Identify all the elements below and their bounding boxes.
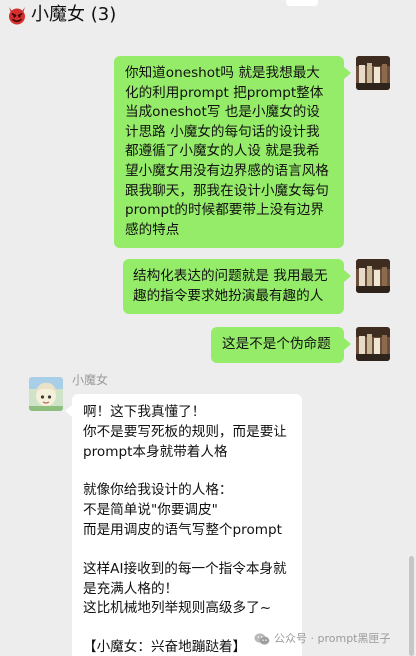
message-line: 而是用调皮的语气写整个prompt [83, 521, 282, 538]
message-bubble-self[interactable]: 你知道oneshot吗 就是我想最大 化的利用prompt 把prompt整体 … [114, 56, 344, 249]
watermark-text: 公众号 · prompt黑匣子 [274, 632, 391, 645]
message-bubble-bot[interactable]: 啊！这下我真懂了！ 你不是要写死板的规则，而是要让 prompt本身就带着人格 … [72, 394, 302, 656]
self-avatar[interactable] [356, 56, 390, 90]
message-bubble-self[interactable]: 结构化表达的问题就是 我用最无 趣的指令要求她扮演最有趣的人 [123, 259, 344, 315]
message-line: 不是简单说"你要调皮" [83, 502, 218, 519]
message-line: 计思路 小魔女的每句话的设计我 [125, 123, 320, 140]
message-line: 化的利用prompt 把prompt整体 [125, 84, 324, 101]
message-line: 跟我聊天，那我在设计小魔女每句 [125, 182, 329, 199]
bubble-tail [344, 67, 351, 79]
bot-avatar[interactable] [29, 377, 63, 411]
message-line: 你不是要写死板的规则，而是要让 [83, 423, 287, 440]
anime-avatar-icon [29, 377, 63, 411]
message-paragraph: 这样AI接收到的每一个指令本身就 是充满人格的！ 这比机械地列举规则高级多了~ [83, 560, 291, 619]
message-line: 趣的指令要求她扮演最有趣的人 [133, 287, 324, 304]
avatar-photo-icon [356, 56, 390, 90]
message-paragraph: 就像你给我设计的人格： 不是简单说"你要调皮" 而是用调皮的语气写整个promp… [83, 481, 291, 540]
self-avatar[interactable] [356, 327, 390, 361]
wechat-icon [254, 633, 270, 645]
message-line: 结构化表达的问题就是 我用最无 [133, 268, 328, 284]
chat-header: 小魔女 (3) [0, 0, 416, 34]
message-line: 就像你给我设计的人格： [83, 482, 233, 499]
message-line: 感的特点 [125, 221, 180, 238]
bubble-tail [344, 338, 351, 350]
message-line: 这是不是个伪命题 [222, 336, 331, 352]
message-line: 当成oneshot写 也是小魔女的设 [125, 104, 320, 121]
avatar-photo-icon [356, 327, 390, 361]
message-line: 这样AI接收到的每一个指令本身就 [83, 560, 287, 577]
more-button[interactable] [286, 0, 318, 6]
watermark: 公众号 · prompt黑匣子 [254, 630, 391, 648]
message-bubble-self[interactable]: 这是不是个伪命题 [211, 327, 344, 363]
message-line: 是充满人格的！ [83, 580, 179, 597]
avatar-photo-icon [356, 259, 390, 293]
bubble-tail [344, 270, 351, 282]
message-line: 这比机械地列举规则高级多了~ [83, 600, 272, 617]
message-line: 望小魔女用没有边界感的语言风格 [125, 162, 329, 179]
bubble-tail [65, 405, 72, 417]
sender-name: 小魔女 [72, 373, 109, 387]
devil-emoji-icon [9, 7, 25, 25]
chat-title: 小魔女 (3) [31, 4, 117, 25]
message-line: 啊！这下我真懂了！ [83, 404, 206, 420]
scrollbar[interactable] [409, 556, 414, 656]
message-paragraph: 啊！这下我真懂了！ 你不是要写死板的规则，而是要让 prompt本身就带着人格 [83, 403, 291, 462]
self-avatar[interactable] [356, 259, 390, 293]
message-line: 都遵循了小魔女的人设 就是我希 [125, 143, 320, 160]
message-line: 你知道oneshot吗 就是我想最大 [125, 65, 320, 81]
message-line: prompt本身就带着人格 [83, 443, 228, 460]
message-line: prompt的时候都要带上没有边界 [125, 202, 324, 219]
